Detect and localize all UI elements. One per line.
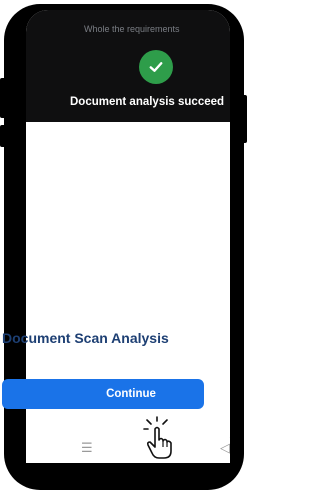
menu-icon[interactable]: ☰: [81, 440, 93, 456]
system-nav-bar: ☰ ○ ◁: [26, 438, 230, 463]
stage: Whole the requirements Document analysis…: [0, 0, 250, 500]
check-icon: [139, 50, 173, 84]
success-toast: Whole the requirements Document analysis…: [26, 10, 230, 122]
toast-message: Document analysis succeed: [70, 96, 225, 108]
pointer-hand-icon: [143, 416, 172, 459]
document-preview-area: [26, 122, 230, 322]
page-title: Document Scan Analysis: [2, 330, 169, 346]
back-icon[interactable]: ◁: [220, 440, 230, 456]
check-mark-glyph: [149, 62, 163, 72]
continue-button-label: Continue: [106, 388, 156, 400]
toast-background-text: Whole the requirements: [84, 24, 180, 34]
continue-button[interactable]: Continue: [2, 379, 204, 409]
